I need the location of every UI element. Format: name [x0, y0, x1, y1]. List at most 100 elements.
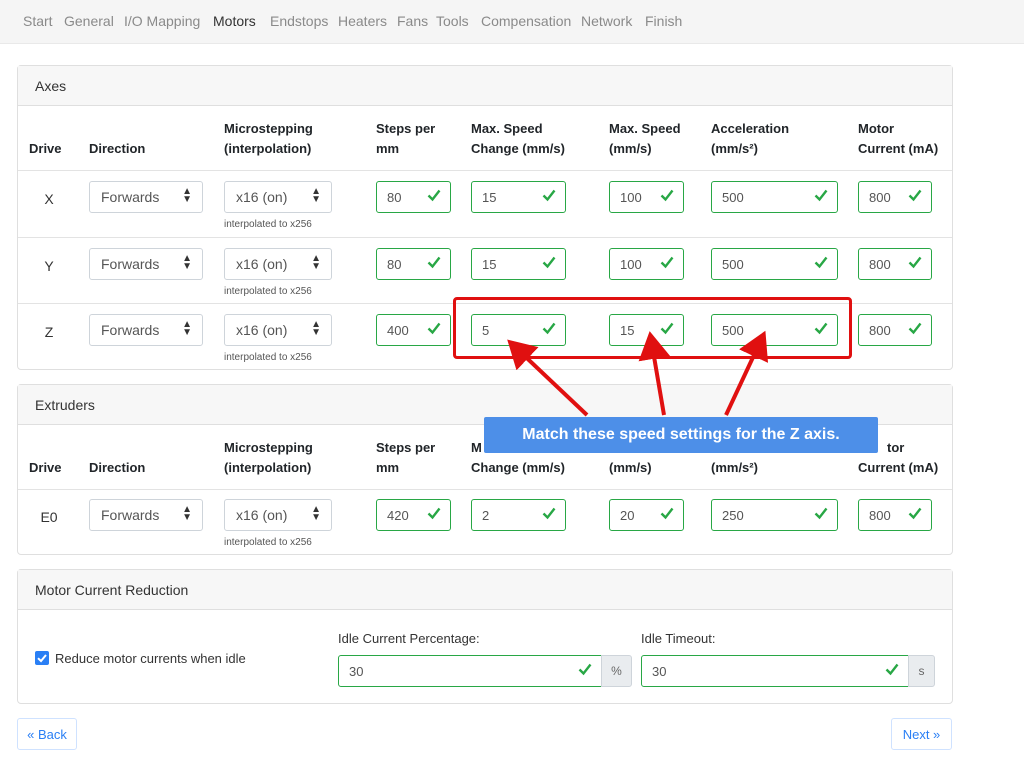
microstepping-select[interactable]: x16 (on) ▲ ▼ — [224, 499, 332, 531]
col-max-change-line1: Max. Speed — [471, 121, 543, 136]
updown-caret-icon: ▲ ▼ — [182, 253, 192, 272]
nav-step-start[interactable]: Start — [23, 13, 53, 29]
drive-label: Z — [44, 324, 54, 340]
max-speed-input[interactable]: 20 — [609, 499, 684, 531]
motor-current-input[interactable]: 800 — [858, 248, 932, 280]
direction-select[interactable]: Forwards ▲ ▼ — [89, 314, 203, 346]
nav-step-motors[interactable]: Motors — [213, 13, 256, 29]
acceleration-input[interactable]: 250 — [711, 499, 838, 531]
idle-percentage-input[interactable]: 30 — [338, 655, 602, 687]
max-speed-change-value: 15 — [482, 257, 497, 272]
acceleration-input[interactable]: 500 — [711, 248, 838, 280]
microstepping-value: x16 (on) — [236, 189, 288, 205]
motor-current-input[interactable]: 800 — [858, 314, 932, 346]
max-speed-input[interactable]: 100 — [609, 181, 684, 213]
col-max-speed: (mm/s) — [609, 460, 652, 475]
col-max-speed: Max. Speed (mm/s) — [609, 119, 681, 159]
axes-card-title: Axes — [18, 66, 952, 106]
back-button[interactable]: « Back — [17, 718, 77, 750]
check-icon — [427, 507, 441, 520]
check-icon — [660, 256, 674, 269]
steps-per-mm-input[interactable]: 400 — [376, 314, 451, 346]
updown-caret-icon: ▲ ▼ — [311, 504, 321, 523]
nav-step-endstops[interactable]: Endstops — [270, 13, 328, 29]
motor-current-value: 800 — [869, 508, 891, 523]
seconds-unit: s — [908, 655, 935, 687]
col-motor-current-line2: Current (mA) — [858, 460, 939, 475]
check-icon — [427, 256, 441, 269]
nav-step-tools[interactable]: Tools — [436, 13, 469, 29]
acceleration-value: 250 — [722, 508, 744, 523]
nav-step-io-mapping[interactable]: I/O Mapping — [124, 13, 200, 29]
direction-select[interactable]: Forwards ▲ ▼ — [89, 248, 203, 280]
nav-step-finish[interactable]: Finish — [645, 13, 682, 29]
steps-per-mm-value: 400 — [387, 323, 409, 338]
check-icon — [578, 663, 592, 676]
reduce-current-label[interactable]: Reduce motor currents when idle — [55, 651, 246, 666]
idle-timeout-label: Idle Timeout: — [641, 631, 716, 646]
nav-step-fans[interactable]: Fans — [397, 13, 428, 29]
microstepping-value: x16 (on) — [236, 322, 288, 338]
col-microstepping-line1: Microstepping — [224, 440, 313, 455]
reduce-current-checkbox[interactable] — [35, 651, 49, 665]
steps-per-mm-input[interactable]: 80 — [376, 181, 451, 213]
col-max-speed-line2: (mm/s) — [609, 141, 652, 156]
nav-step-general[interactable]: General — [64, 13, 114, 29]
wizard-step-nav: Start General I/O Mapping Motors Endstop… — [0, 0, 1024, 44]
col-steps: Steps per mm — [376, 119, 435, 159]
microstepping-value: x16 (on) — [236, 507, 288, 523]
check-icon — [908, 322, 922, 335]
check-icon — [542, 189, 556, 202]
check-icon — [908, 256, 922, 269]
idle-percentage-label: Idle Current Percentage: — [338, 631, 480, 646]
current-reduction-title: Motor Current Reduction — [18, 570, 952, 610]
steps-per-mm-input[interactable]: 420 — [376, 499, 451, 531]
max-speed-input[interactable]: 100 — [609, 248, 684, 280]
drive-label: X — [44, 191, 54, 207]
col-direction: Direction — [89, 460, 146, 475]
max-speed-change-input[interactable]: 2 — [471, 499, 566, 531]
next-button[interactable]: Next » — [891, 718, 952, 750]
updown-caret-icon: ▲ ▼ — [311, 319, 321, 338]
interpolation-hint: interpolated to x256 — [224, 352, 312, 363]
steps-per-mm-input[interactable]: 80 — [376, 248, 451, 280]
col-max-change-line2: Change (mm/s) — [471, 460, 565, 475]
drive-label: E0 — [40, 509, 58, 525]
max-speed-change-input[interactable]: 15 — [471, 248, 566, 280]
acceleration-input[interactable]: 500 — [711, 181, 838, 213]
interpolation-hint: interpolated to x256 — [224, 219, 312, 230]
updown-caret-icon: ▲ ▼ — [182, 186, 192, 205]
col-motor-current-line1: Motor — [858, 121, 895, 136]
microstepping-select[interactable]: x16 (on) ▲ ▼ — [224, 248, 332, 280]
motor-current-input[interactable]: 800 — [858, 499, 932, 531]
microstepping-select[interactable]: x16 (on) ▲ ▼ — [224, 181, 332, 213]
idle-timeout-input[interactable]: 30 — [641, 655, 909, 687]
col-microstepping: Microstepping (interpolation) — [224, 438, 313, 478]
col-steps-line2: mm — [376, 460, 400, 475]
check-icon — [814, 189, 828, 202]
col-acceleration-line1: Acceleration — [711, 121, 790, 136]
current-reduction-card: Motor Current Reduction Reduce motor cur… — [17, 569, 953, 704]
col-motor-current: Motor Current (mA) — [858, 119, 938, 159]
max-speed-change-input[interactable]: 15 — [471, 181, 566, 213]
check-icon — [908, 189, 922, 202]
max-speed-value: 20 — [620, 508, 635, 523]
max-speed-value: 100 — [620, 257, 642, 272]
percent-unit: % — [601, 655, 632, 687]
direction-select[interactable]: Forwards ▲ ▼ — [89, 181, 203, 213]
motor-current-input[interactable]: 800 — [858, 181, 932, 213]
nav-step-heaters[interactable]: Heaters — [338, 13, 387, 29]
nav-step-network[interactable]: Network — [581, 13, 632, 29]
col-direction: Direction — [89, 141, 146, 156]
idle-timeout-value: 30 — [652, 664, 667, 679]
col-steps-line1: Steps per — [376, 121, 436, 136]
nav-step-compensation[interactable]: Compensation — [481, 13, 571, 29]
col-microstepping-line2: (interpolation) — [224, 141, 312, 156]
direction-select[interactable]: Forwards ▲ ▼ — [89, 499, 203, 531]
updown-caret-icon: ▲ ▼ — [182, 319, 192, 338]
motor-current-value: 800 — [869, 257, 891, 272]
col-max-change-line2: Change (mm/s) — [471, 141, 565, 156]
col-microstepping: Microstepping (interpolation) — [224, 119, 313, 159]
microstepping-select[interactable]: x16 (on) ▲ ▼ — [224, 314, 332, 346]
max-speed-change-value: 2 — [482, 508, 490, 523]
